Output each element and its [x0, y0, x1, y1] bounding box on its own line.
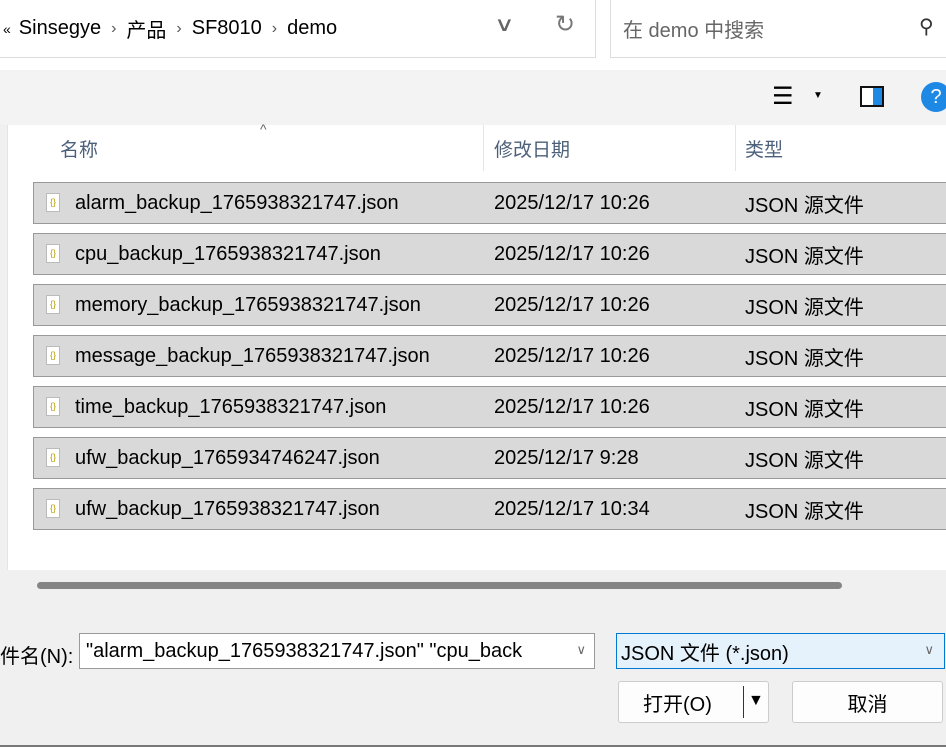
- search-input[interactable]: 在 demo 中搜索 ⚲: [610, 0, 946, 58]
- help-icon[interactable]: ?: [921, 82, 946, 112]
- json-file-icon: {}: [46, 499, 60, 518]
- file-type: JSON 源文件: [745, 500, 864, 523]
- column-divider[interactable]: [735, 125, 736, 171]
- file-type: JSON 源文件: [745, 194, 864, 217]
- chevron-down-icon: ∨: [924, 642, 934, 657]
- column-header-type[interactable]: 类型: [745, 125, 783, 171]
- address-bar[interactable]: « Sinsegye › 产品 › SF8010 › demo ∨ ↻: [0, 0, 596, 58]
- file-type: JSON 源文件: [745, 398, 864, 421]
- open-button[interactable]: 打开(O) ▼: [618, 681, 769, 723]
- file-type-select[interactable]: JSON 文件 (*.json) ∨: [616, 633, 945, 669]
- scrollbar-thumb[interactable]: [37, 582, 842, 589]
- json-file-icon: {}: [46, 397, 60, 416]
- file-type: JSON 源文件: [745, 347, 864, 370]
- file-row[interactable]: {} ufw_backup_1765934746247.json 2025/12…: [33, 437, 946, 479]
- file-date: 2025/12/17 10:34: [494, 497, 650, 520]
- chevron-right-icon: ›: [111, 19, 117, 37]
- file-row[interactable]: {} time_backup_1765938321747.json 2025/1…: [33, 386, 946, 428]
- top-bar: « Sinsegye › 产品 › SF8010 › demo ∨ ↻ 在 demo …: [0, 0, 946, 70]
- file-name: ufw_backup_1765934746247.json: [75, 446, 380, 469]
- file-date: 2025/12/17 9:28: [494, 446, 639, 469]
- search-placeholder: 在 demo 中搜索: [623, 20, 765, 42]
- json-file-icon: {}: [46, 244, 60, 263]
- horizontal-scrollbar[interactable]: [7, 570, 946, 600]
- file-name: memory_backup_1765938321747.json: [75, 293, 421, 316]
- file-name: time_backup_1765938321747.json: [75, 395, 387, 418]
- file-name: message_backup_1765938321747.json: [75, 344, 430, 367]
- cancel-label: 取消: [847, 693, 888, 716]
- cancel-button[interactable]: 取消: [792, 681, 943, 723]
- json-file-icon: {}: [46, 346, 60, 365]
- chevron-right-icon: ›: [271, 19, 278, 37]
- file-row[interactable]: {} alarm_backup_1765938321747.json 2025/…: [33, 182, 946, 224]
- file-date: 2025/12/17 10:26: [494, 242, 650, 265]
- json-file-icon: {}: [46, 193, 60, 212]
- file-row[interactable]: {} message_backup_1765938321747.json 202…: [33, 335, 946, 377]
- history-dropdown-icon[interactable]: ∨: [494, 12, 514, 37]
- toolbar: ☰ ▼ ?: [0, 70, 946, 125]
- sort-ascending-icon: ^: [260, 121, 267, 137]
- overflow-chevron-icon[interactable]: «: [3, 21, 11, 37]
- open-label: 打开(O): [643, 693, 712, 716]
- breadcrumb-item[interactable]: demo: [287, 17, 337, 40]
- column-divider[interactable]: [483, 125, 484, 171]
- breadcrumb-item[interactable]: 产品: [126, 14, 166, 43]
- json-file-icon: {}: [46, 448, 60, 467]
- filename-input[interactable]: "alarm_backup_1765938321747.json" "cpu_b…: [79, 633, 595, 669]
- open-dropdown-icon[interactable]: ▼: [748, 692, 764, 710]
- split-divider: [743, 686, 744, 718]
- refresh-icon[interactable]: ↻: [555, 10, 575, 39]
- column-header-name[interactable]: 名称: [60, 125, 98, 171]
- file-date: 2025/12/17 10:26: [494, 395, 650, 418]
- filename-value: "alarm_backup_1765938321747.json" "cpu_b…: [86, 639, 523, 662]
- file-date: 2025/12/17 10:26: [494, 293, 650, 316]
- file-row[interactable]: {} cpu_backup_1765938321747.json 2025/12…: [33, 233, 946, 275]
- preview-pane-icon[interactable]: [860, 86, 884, 107]
- view-dropdown-icon[interactable]: ▼: [813, 90, 823, 101]
- file-type-value: JSON 文件 (*.json): [621, 642, 789, 665]
- file-row[interactable]: {} ufw_backup_1765938321747.json 2025/12…: [33, 488, 946, 530]
- file-date: 2025/12/17 10:26: [494, 191, 650, 214]
- chevron-right-icon: ›: [176, 19, 182, 37]
- file-name: ufw_backup_1765938321747.json: [75, 497, 380, 520]
- breadcrumb-item[interactable]: Sinsegye: [19, 17, 101, 40]
- file-list: ^ 名称 修改日期 类型 {} alarm_backup_17659383217…: [7, 121, 946, 570]
- file-name: alarm_backup_1765938321747.json: [75, 191, 399, 214]
- chevron-down-icon[interactable]: ∨: [576, 642, 586, 658]
- view-list-icon[interactable]: ☰: [772, 82, 794, 111]
- json-file-icon: {}: [46, 295, 60, 314]
- search-icon[interactable]: ⚲: [919, 14, 934, 39]
- file-row[interactable]: {} memory_backup_1765938321747.json 2025…: [33, 284, 946, 326]
- file-type: JSON 源文件: [745, 449, 864, 472]
- file-name: cpu_backup_1765938321747.json: [75, 242, 381, 265]
- file-type: JSON 源文件: [745, 245, 864, 268]
- file-type: JSON 源文件: [745, 296, 864, 319]
- dialog-footer: 件名(N): "alarm_backup_1765938321747.json"…: [0, 600, 946, 747]
- column-header-date[interactable]: 修改日期: [494, 125, 570, 171]
- filename-label: 件名(N):: [0, 646, 74, 668]
- breadcrumb-item[interactable]: SF8010: [192, 17, 262, 40]
- file-date: 2025/12/17 10:26: [494, 344, 650, 367]
